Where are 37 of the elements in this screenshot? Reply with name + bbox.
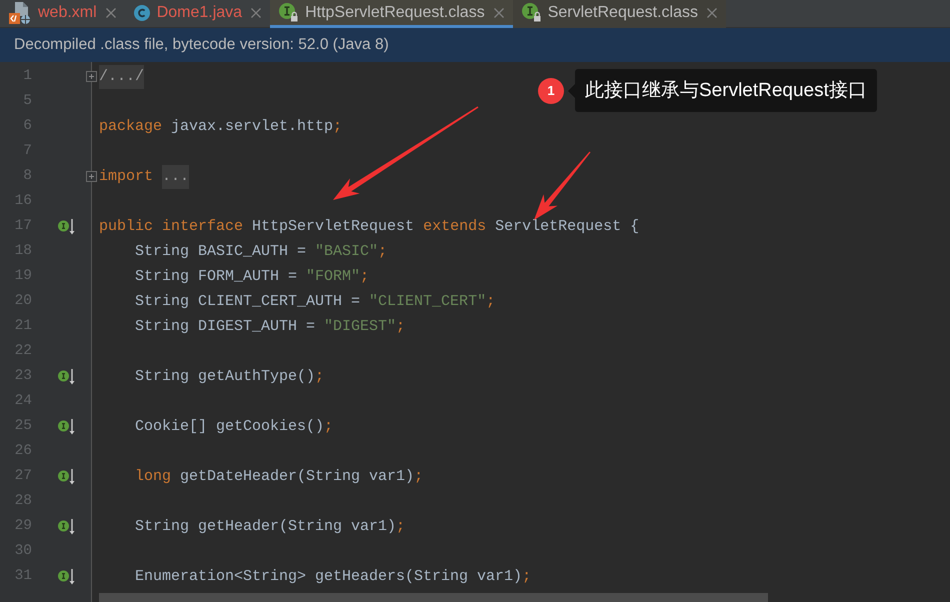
editor-tab[interactable]: Dome1.java: [124, 0, 270, 28]
code-line: String FORM_AUTH = "FORM";: [135, 266, 370, 286]
editor-tab[interactable]: web.xml: [0, 0, 125, 28]
implemented-down-arrow-icon[interactable]: [58, 518, 75, 534]
editor-tab[interactable]: ServletRequest.class: [512, 0, 726, 28]
editor-tab[interactable]: HttpServletRequest.class: [270, 0, 513, 28]
horizontal-scrollbar[interactable]: [99, 593, 768, 602]
code-text: import: [99, 166, 154, 186]
implemented-down-arrow-icon[interactable]: [58, 468, 75, 484]
code-line: package javax.servlet.http;: [99, 116, 342, 136]
info-banner: Decompiled .class file, bytecode version: 52.0 (Java 8): [0, 28, 950, 62]
class-circle-icon: [134, 4, 150, 20]
fold-plus-icon[interactable]: [86, 171, 97, 182]
code-line: String BASIC_AUTH = "BASIC";: [135, 242, 388, 262]
folded-code[interactable]: ...: [162, 164, 190, 188]
interface-lock-icon: [279, 3, 298, 22]
step-number-badge: 1: [538, 78, 564, 104]
code-line: String getAuthType();: [135, 366, 324, 386]
implemented-down-arrow-icon[interactable]: [58, 218, 75, 234]
close-icon[interactable]: [104, 6, 117, 18]
code-line: Cookie[] getCookies();: [135, 416, 334, 436]
code-line: public interface HttpServletRequest extends ServletRequest {: [99, 216, 640, 236]
implemented-down-arrow-icon[interactable]: [58, 568, 75, 584]
code-line: long getDateHeader(String var1);: [135, 466, 424, 486]
implemented-down-arrow-icon[interactable]: [58, 368, 75, 384]
interface-lock-icon: [522, 3, 541, 22]
implemented-down-arrow-icon[interactable]: [58, 418, 75, 434]
folded-code[interactable]: /.../: [99, 64, 144, 88]
close-icon[interactable]: [250, 6, 262, 18]
close-icon[interactable]: [706, 6, 718, 18]
code-line: String DIGEST_AUTH = "DIGEST";: [135, 316, 406, 336]
fold-plus-icon[interactable]: [86, 71, 97, 82]
code-line: Enumeration<String> getHeaders(String var1);: [135, 566, 532, 586]
close-icon[interactable]: [492, 6, 505, 18]
annotation-arrow: [534, 152, 590, 220]
code-line: String getHeader(String var1);: [135, 516, 406, 536]
code-line: String CLIENT_CERT_AUTH = "CLIENT_CERT";: [135, 292, 496, 312]
